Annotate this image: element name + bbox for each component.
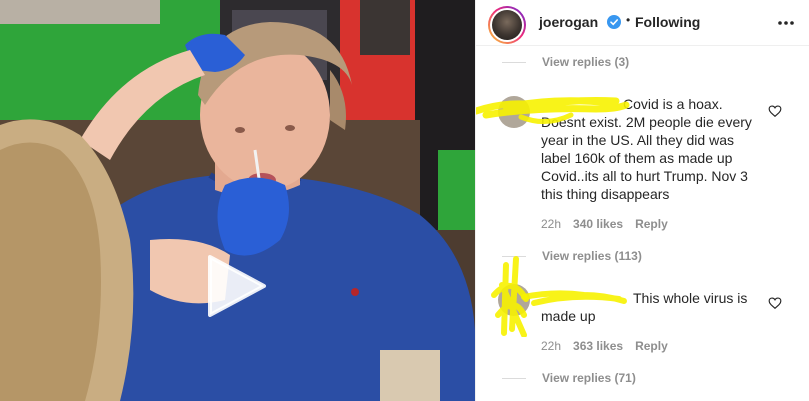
commenter-avatar[interactable] [498, 284, 530, 316]
username-link[interactable]: joerogan [539, 14, 598, 30]
comment-time: 22h [541, 217, 562, 231]
reply-button[interactable]: Reply [635, 217, 668, 231]
comment-text: This whole virus is made up [541, 290, 748, 324]
commenter-avatar[interactable] [498, 96, 530, 128]
view-replies-button[interactable]: View replies (113) [502, 249, 642, 263]
verified-badge-icon [607, 15, 621, 29]
post-sidebar: joerogan • Following View replies (3) Co… [475, 0, 809, 401]
comment-body: Covid is a hoax. Doesnt exist. 2M people… [541, 95, 761, 203]
video-frame [0, 0, 475, 401]
view-replies-label: View replies (113) [542, 249, 642, 263]
comments-list[interactable]: View replies (3) Covid is a hoax. Doesnt… [476, 47, 809, 401]
play-button[interactable] [206, 255, 268, 317]
following-button[interactable]: Following [635, 14, 700, 30]
reply-button[interactable]: Reply [635, 339, 668, 353]
heart-icon[interactable] [768, 296, 782, 310]
comment-text: Covid is a hoax. Doesnt exist. 2M people… [541, 96, 752, 202]
view-replies-button[interactable]: View replies (3) [502, 55, 630, 69]
separator-dot: • [626, 13, 631, 27]
more-options-icon[interactable] [776, 14, 796, 32]
comment-likes[interactable]: 363 likes [573, 339, 623, 353]
view-replies-label: View replies (71) [542, 371, 636, 385]
avatar[interactable] [488, 6, 526, 44]
comment-time: 22h [541, 339, 562, 353]
comment-meta: 22h 363 likes Reply [541, 339, 668, 353]
post-video[interactable] [0, 0, 475, 401]
view-replies-button[interactable]: View replies (71) [502, 371, 636, 385]
comment-likes[interactable]: 340 likes [573, 217, 623, 231]
heart-icon[interactable] [768, 104, 782, 118]
view-replies-label: View replies (3) [542, 55, 630, 69]
play-icon [208, 255, 266, 317]
comment-body: This whole virus is made up [541, 289, 761, 325]
comment-meta: 22h 340 likes Reply [541, 217, 668, 231]
post-header: joerogan • Following [476, 0, 809, 46]
